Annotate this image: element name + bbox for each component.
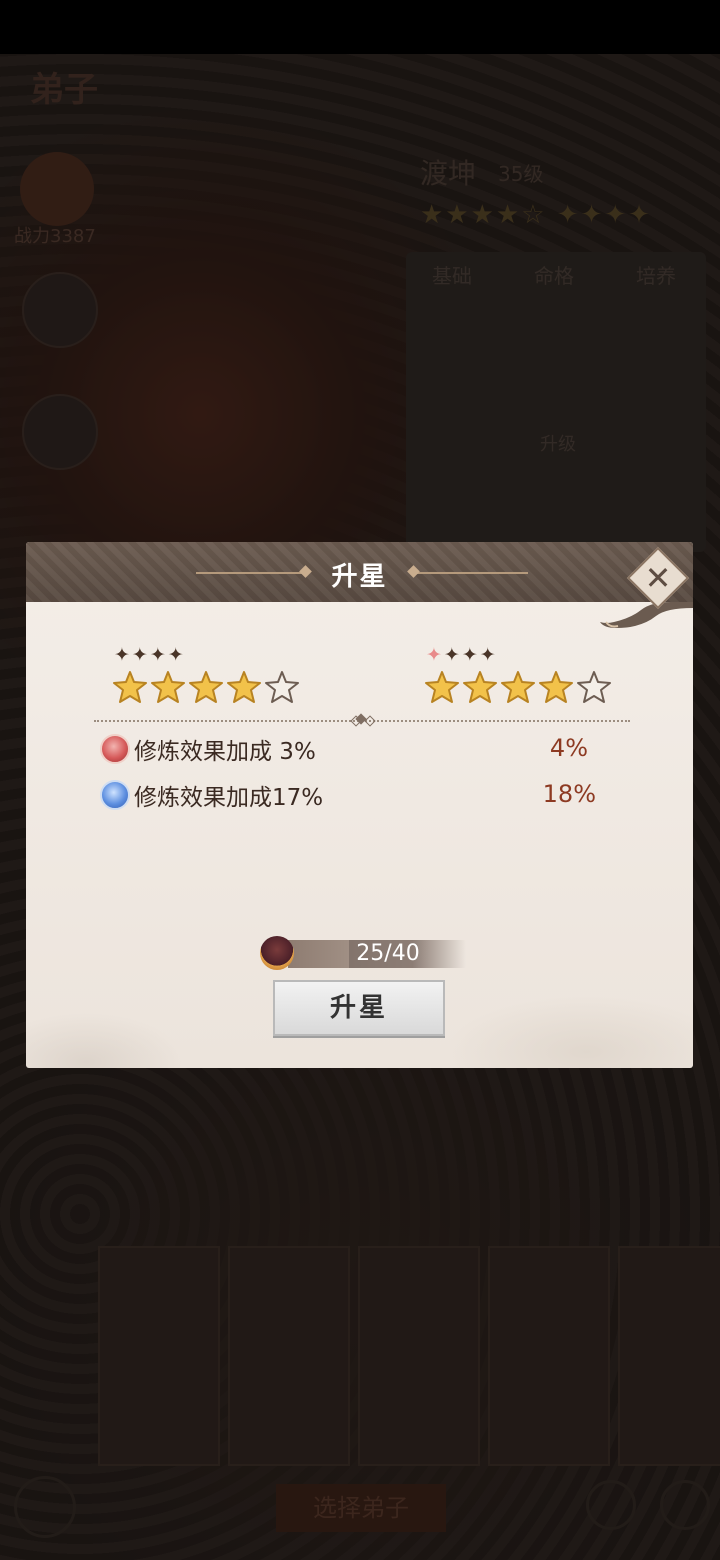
star-filled-icon xyxy=(151,671,185,703)
dialog-title: 升星 xyxy=(331,562,388,592)
red-orb-icon xyxy=(100,734,130,764)
star-empty-icon xyxy=(577,671,611,703)
divider-ornament xyxy=(364,715,376,727)
shard-progress-bar: 25/40 xyxy=(288,940,466,968)
current-small-stars: ✦ ✦ ✦ ✦ xyxy=(114,646,184,665)
close-icon: ✕ xyxy=(644,559,672,597)
star-filled-icon xyxy=(539,671,573,703)
star-empty-icon xyxy=(265,671,299,703)
star-upgrade-label: 升星 xyxy=(329,993,388,1023)
star-filled-icon xyxy=(425,671,459,703)
next-big-stars xyxy=(424,670,612,704)
stat-row: 修炼效果加成 3% xyxy=(100,732,316,766)
star-dark-icon: ✦ xyxy=(149,644,166,666)
disciple-shard-icon xyxy=(260,936,294,970)
star-pink-icon: ✦ xyxy=(426,644,442,666)
star-dark-icon: ✦ xyxy=(479,644,496,666)
next-small-stars: ✦ ✦ ✦ ✦ xyxy=(426,646,496,665)
star-dark-icon: ✦ xyxy=(167,644,184,666)
star-filled-icon xyxy=(189,671,223,703)
dialog-body: 升星 ✦ ✦ ✦ ✦ ✦ ✦ ✦ ✦ 修炼效果加成 3% 4% 修炼效果加成17% 18% … xyxy=(26,542,693,1068)
status-bar xyxy=(0,0,720,54)
star-filled-icon xyxy=(113,671,147,703)
current-big-stars xyxy=(112,670,300,704)
star-upgrade-dialog: 升星 ✦ ✦ ✦ ✦ ✦ ✦ ✦ ✦ 修炼效果加成 3% 4% 修炼效果加成17% 18% … xyxy=(26,542,693,1068)
blue-orb-icon xyxy=(100,780,130,810)
star-dark-icon: ✦ xyxy=(461,644,478,666)
stat-label: 修炼效果加成17% xyxy=(134,785,324,811)
star-filled-icon xyxy=(463,671,497,703)
star-filled-icon xyxy=(501,671,535,703)
progress-text: 25/40 xyxy=(356,941,420,966)
stat-row: 修炼效果加成17% xyxy=(100,778,323,812)
wave-decoration xyxy=(600,602,693,628)
star-dark-icon: ✦ xyxy=(443,644,460,666)
stat-new-value: 4% xyxy=(549,734,588,762)
star-dark-icon: ✦ xyxy=(114,644,130,666)
star-dark-icon: ✦ xyxy=(131,644,148,666)
stat-new-value: 18% xyxy=(542,780,596,808)
star-upgrade-button[interactable]: 升星 xyxy=(273,980,445,1036)
stat-label: 修炼效果加成 3% xyxy=(134,739,316,765)
dialog-header: 升星 xyxy=(26,542,693,602)
star-filled-icon xyxy=(227,671,261,703)
